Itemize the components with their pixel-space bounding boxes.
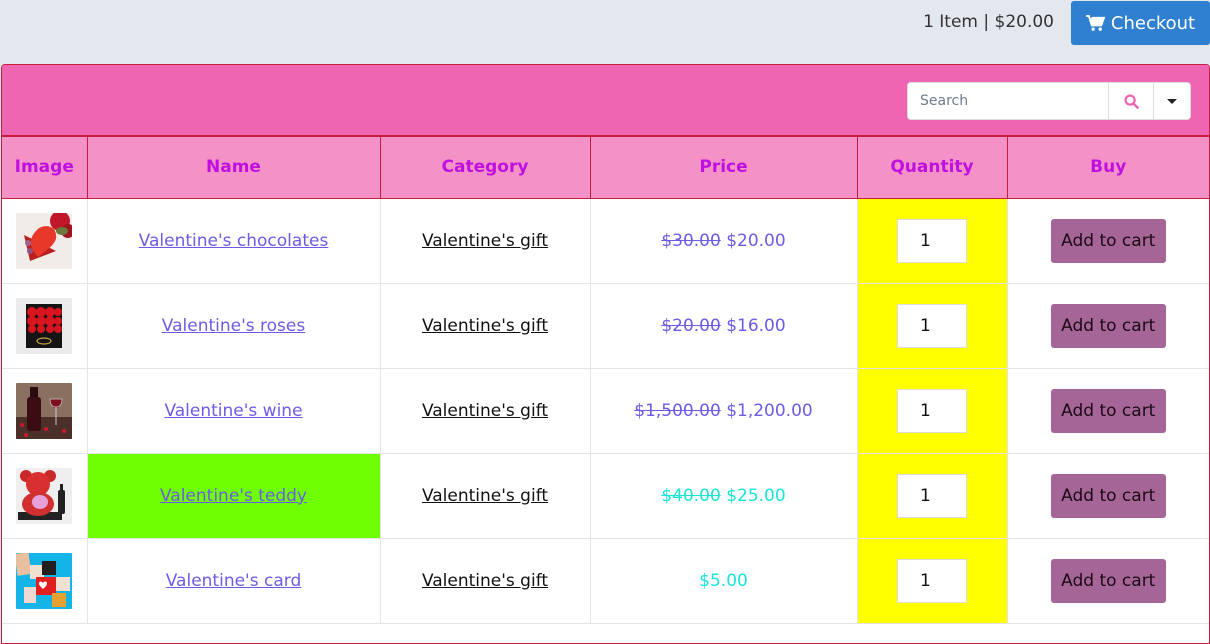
- image-cell: [2, 453, 88, 539]
- price-cell: $30.00 $20.00: [590, 198, 858, 284]
- buy-cell: Add to cart: [1007, 283, 1209, 369]
- original-price: $30.00: [661, 230, 721, 251]
- image-cell: [2, 283, 88, 369]
- category-cell: Valentine's gift: [380, 538, 591, 624]
- name-cell: Valentine's roses: [87, 283, 381, 369]
- buy-cell: Add to cart: [1007, 368, 1209, 454]
- category-link[interactable]: Valentine's gift: [422, 316, 548, 336]
- shopping-cart-icon: [1085, 14, 1105, 31]
- name-cell: Valentine's card: [87, 538, 381, 624]
- search-icon: [1123, 93, 1139, 109]
- table-row: Valentine's wine Valentine's gift $1,500…: [2, 368, 1209, 454]
- table-row: Valentine's chocolates Valentine's gift …: [2, 198, 1209, 284]
- original-price: $40.00: [661, 485, 721, 506]
- image-cell: [2, 198, 88, 284]
- buy-cell: Add to cart: [1007, 538, 1209, 624]
- quantity-cell: [857, 198, 1008, 284]
- image-cell: [2, 538, 88, 624]
- original-price: $1,500.00: [634, 400, 721, 421]
- search-button[interactable]: [1108, 83, 1153, 119]
- table-row: Valentine's teddy Valentine's gift $40.0…: [2, 453, 1209, 539]
- search-dropdown-button[interactable]: [1153, 83, 1190, 119]
- product-name-link[interactable]: Valentine's card: [166, 571, 302, 591]
- add-to-cart-button[interactable]: Add to cart: [1050, 303, 1166, 348]
- price-cell: $1,500.00 $1,200.00: [590, 368, 858, 454]
- column-header-image: Image: [2, 137, 88, 199]
- checkout-button[interactable]: Checkout: [1071, 1, 1210, 45]
- wine-image: [16, 382, 73, 439]
- column-header-price: Price: [590, 137, 858, 199]
- sale-price: $20.00: [726, 230, 786, 251]
- table-row: Valentine's card Valentine's gift $5.00 …: [2, 538, 1209, 624]
- top-bar: 1 Item | $20.00 Checkout: [0, 0, 1210, 50]
- quantity-input[interactable]: [897, 558, 967, 603]
- buy-cell: Add to cart: [1007, 453, 1209, 539]
- sale-price: $5.00: [699, 570, 748, 591]
- table-row: Valentine's roses Valentine's gift $20.0…: [2, 283, 1209, 369]
- column-header-name: Name: [87, 137, 381, 199]
- image-cell: [2, 368, 88, 454]
- quantity-input[interactable]: [897, 303, 967, 348]
- original-price: $20.00: [661, 315, 721, 336]
- sale-price: $1,200.00: [726, 400, 813, 421]
- product-name-link[interactable]: Valentine's chocolates: [139, 231, 329, 251]
- add-to-cart-button[interactable]: Add to cart: [1050, 558, 1166, 603]
- caret-down-icon: [1167, 98, 1177, 104]
- checkout-label: Checkout: [1110, 12, 1196, 34]
- add-to-cart-button[interactable]: Add to cart: [1050, 218, 1166, 263]
- price-cell: $20.00 $16.00: [590, 283, 858, 369]
- price-cell: $5.00: [590, 538, 858, 624]
- cart-summary: 1 Item | $20.00: [923, 12, 1054, 32]
- column-header-category: Category: [380, 137, 591, 199]
- column-header-buy: Buy: [1007, 137, 1209, 199]
- column-header-quantity: Quantity: [857, 137, 1008, 199]
- name-cell: Valentine's chocolates: [87, 198, 381, 284]
- category-cell: Valentine's gift: [380, 198, 591, 284]
- quantity-cell: [857, 368, 1008, 454]
- product-name-link[interactable]: Valentine's wine: [164, 401, 302, 421]
- category-cell: Valentine's gift: [380, 453, 591, 539]
- quantity-input[interactable]: [897, 473, 967, 518]
- name-cell: Valentine's wine: [87, 368, 381, 454]
- card-image: [16, 552, 73, 609]
- product-panel: Image Name Category Price Quantity Buy V…: [1, 64, 1210, 644]
- quantity-input[interactable]: [897, 218, 967, 263]
- table-header-row: Image Name Category Price Quantity Buy: [2, 137, 1209, 199]
- roses-image: [16, 297, 73, 354]
- search-group: [907, 82, 1191, 120]
- quantity-input[interactable]: [897, 388, 967, 433]
- product-name-link[interactable]: Valentine's teddy: [160, 486, 307, 506]
- quantity-cell: [857, 538, 1008, 624]
- category-cell: Valentine's gift: [380, 368, 591, 454]
- buy-cell: Add to cart: [1007, 198, 1209, 284]
- product-table: Image Name Category Price Quantity Buy V…: [2, 137, 1209, 624]
- name-cell: Valentine's teddy: [87, 453, 381, 539]
- product-name-link[interactable]: Valentine's roses: [162, 316, 305, 336]
- panel-header: [2, 65, 1209, 137]
- category-link[interactable]: Valentine's gift: [422, 571, 548, 591]
- price-cell: $40.00 $25.00: [590, 453, 858, 539]
- quantity-cell: [857, 283, 1008, 369]
- category-link[interactable]: Valentine's gift: [422, 231, 548, 251]
- category-link[interactable]: Valentine's gift: [422, 486, 548, 506]
- add-to-cart-button[interactable]: Add to cart: [1050, 473, 1166, 518]
- category-link[interactable]: Valentine's gift: [422, 401, 548, 421]
- chocolates-image: [16, 212, 73, 269]
- search-input[interactable]: [908, 83, 1108, 119]
- teddy-image: [16, 467, 73, 524]
- add-to-cart-button[interactable]: Add to cart: [1050, 388, 1166, 433]
- category-cell: Valentine's gift: [380, 283, 591, 369]
- sale-price: $16.00: [726, 315, 786, 336]
- sale-price: $25.00: [726, 485, 786, 506]
- quantity-cell: [857, 453, 1008, 539]
